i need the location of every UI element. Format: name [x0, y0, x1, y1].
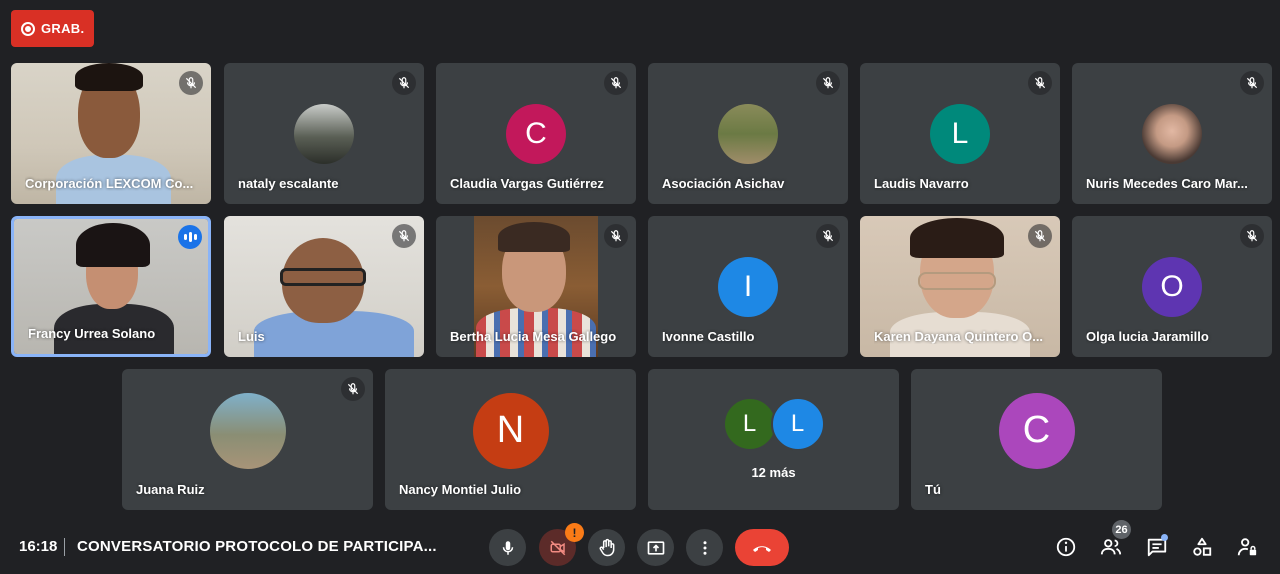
mic-off-icon [816, 224, 840, 248]
participant-photo-avatar [294, 103, 354, 164]
more-participants-avatars: L L [722, 397, 825, 451]
recording-badge[interactable]: GRAB. [11, 10, 94, 47]
participant-initial-avatar: L [722, 397, 777, 451]
participant-tile[interactable]: Asociación Asichav [648, 63, 848, 204]
mic-off-icon [1240, 71, 1264, 95]
chat-notification-dot [1161, 534, 1168, 541]
hang-up-icon [753, 545, 771, 552]
recording-label: GRAB. [41, 21, 85, 36]
present-button[interactable] [637, 529, 674, 566]
mic-off-icon [816, 71, 840, 95]
self-initial-avatar: C [998, 392, 1075, 469]
participant-name: Ivonne Castillo [662, 329, 755, 344]
participant-name: Juana Ruiz [136, 482, 205, 497]
record-icon [21, 21, 35, 36]
mic-off-icon [604, 71, 628, 95]
participant-photo-avatar [718, 103, 778, 164]
participant-tile[interactable]: Corporación LEXCOM Co... [11, 63, 211, 204]
self-name: Tú [925, 482, 941, 497]
present-icon [647, 540, 664, 555]
clock: 16:18 [19, 538, 58, 555]
participant-initial-avatar: N [472, 392, 549, 469]
lock-person-icon [1237, 538, 1257, 556]
participant-name: Nuris Mecedes Caro Mar... [1086, 176, 1248, 191]
participant-name: Nancy Montiel Julio [399, 482, 522, 497]
participant-name: Olga lucia Jaramillo [1086, 329, 1209, 344]
divider [64, 538, 65, 556]
participant-tile[interactable]: Luis [224, 216, 424, 357]
more-participants-label: 12 más [751, 465, 796, 480]
participant-name: Corporación LEXCOM Co... [25, 176, 194, 191]
mic-off-icon [1028, 224, 1052, 248]
participant-tile[interactable]: Bertha Lucia Mesa Gallego [436, 216, 636, 357]
host-controls-button[interactable] [1235, 535, 1259, 559]
activities-icon [1193, 537, 1212, 556]
mic-icon [502, 540, 513, 555]
leave-call-button[interactable] [735, 529, 789, 566]
more-options-button[interactable] [686, 529, 723, 566]
participant-tile[interactable]: I Ivonne Castillo [648, 216, 848, 357]
participant-tile-speaking[interactable]: Francy Urrea Solano [11, 216, 211, 357]
participant-name: Karen Dayana Quintero O... [874, 329, 1044, 344]
camera-button[interactable]: ! [539, 523, 584, 566]
participant-tile[interactable]: Karen Dayana Quintero O... [860, 216, 1060, 357]
participant-photo-avatar [1142, 103, 1202, 164]
participant-tile[interactable]: Juana Ruiz [122, 369, 373, 510]
participant-name: Claudia Vargas Gutiérrez [450, 176, 604, 191]
participant-name: Luis [238, 329, 265, 344]
self-tile[interactable]: C Tú [911, 369, 1162, 510]
raise-hand-button[interactable] [588, 529, 625, 566]
info-icon [1056, 537, 1076, 557]
mic-off-icon [341, 377, 365, 401]
participant-initial-avatar: L [770, 397, 825, 451]
people-icon [1100, 539, 1122, 555]
more-participants-tile[interactable]: L L 12 más [648, 369, 899, 510]
participant-photo-avatar [209, 392, 286, 469]
camera-off-icon [550, 540, 565, 555]
participant-tile[interactable]: C Claudia Vargas Gutiérrez [436, 63, 636, 204]
participant-name: nataly escalante [238, 176, 339, 191]
participant-name: Bertha Lucia Mesa Gallego [450, 329, 617, 344]
participant-tile[interactable]: L Laudis Navarro [860, 63, 1060, 204]
participant-tile[interactable]: O Olga lucia Jaramillo [1072, 216, 1272, 357]
participant-name: Laudis Navarro [874, 176, 969, 191]
participant-initial-avatar: O [1142, 256, 1202, 317]
hand-icon [599, 538, 614, 556]
mic-off-icon [392, 71, 416, 95]
speaking-indicator-icon [178, 225, 202, 249]
mic-off-icon [392, 224, 416, 248]
mic-off-icon [604, 224, 628, 248]
mic-button[interactable] [489, 529, 526, 566]
participant-tile[interactable]: N Nancy Montiel Julio [385, 369, 636, 510]
mic-off-icon [179, 71, 203, 95]
participant-tile[interactable]: nataly escalante [224, 63, 424, 204]
participant-tile[interactable]: Nuris Mecedes Caro Mar... [1072, 63, 1272, 204]
mic-off-icon [1028, 71, 1052, 95]
activities-button[interactable] [1190, 535, 1214, 559]
participant-name: Asociación Asichav [662, 176, 785, 191]
participant-initial-avatar: C [506, 103, 566, 164]
participants-count-badge: 26 [1112, 520, 1131, 539]
participant-initial-avatar: I [718, 256, 778, 317]
participant-initial-avatar: L [930, 103, 990, 164]
participant-name: Francy Urrea Solano [28, 326, 156, 341]
meeting-details-button[interactable] [1054, 535, 1078, 559]
warning-icon: ! [565, 523, 584, 542]
mic-off-icon [1240, 224, 1264, 248]
meeting-title: CONVERSATORIO PROTOCOLO DE PARTICIPA... [77, 538, 437, 555]
more-vert-icon [703, 540, 706, 555]
